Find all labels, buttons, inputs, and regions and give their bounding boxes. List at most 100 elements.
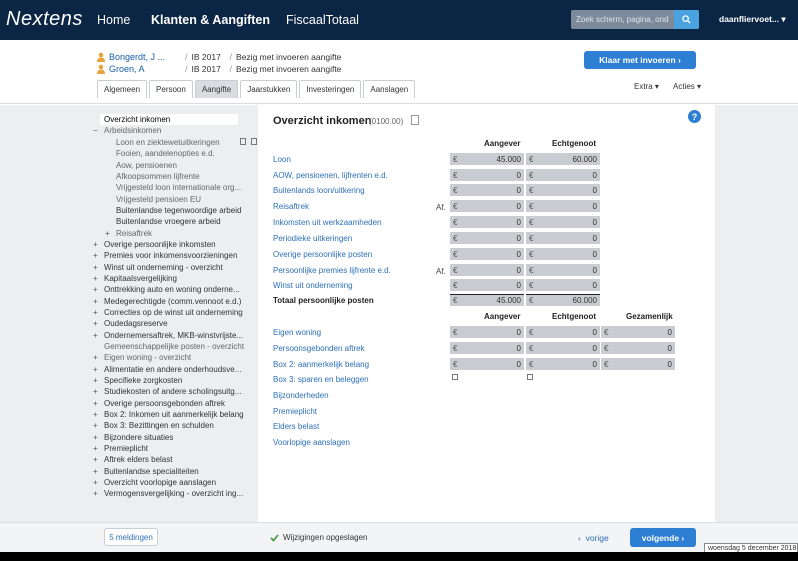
nav-klanten-aangiften[interactable]: Klanten & Aangiften: [151, 13, 270, 27]
amount-field[interactable]: €0: [601, 358, 675, 370]
tree-item-reisaftrek[interactable]: Reisaftrek: [116, 229, 152, 238]
amount-field[interactable]: €0: [450, 184, 524, 196]
expand-icon[interactable]: +: [93, 297, 98, 306]
row-label-link[interactable]: Winst uit onderneming: [273, 281, 353, 290]
row-label-link[interactable]: Reisaftrek: [273, 202, 309, 211]
amount-field[interactable]: €0: [526, 169, 600, 181]
expand-icon[interactable]: +: [93, 478, 98, 487]
amount-field[interactable]: €0: [450, 169, 524, 181]
nav-fiscaaltotaal[interactable]: FiscaalTotaal: [286, 13, 359, 27]
help-icon[interactable]: ?: [688, 110, 701, 123]
acties-menu[interactable]: Acties ▾: [673, 82, 701, 91]
premieplicht-link[interactable]: Premieplicht: [273, 407, 317, 416]
copy-icon[interactable]: [251, 138, 257, 145]
tree-item[interactable]: Vermogensvergelijking - overzicht ing...: [104, 489, 243, 498]
amount-field[interactable]: €45.000: [450, 294, 524, 306]
amount-field[interactable]: €0: [450, 248, 524, 260]
box3-link[interactable]: Box 3: sparen en beleggen: [273, 375, 369, 384]
expand-icon[interactable]: +: [105, 229, 110, 238]
tree-subitem[interactable]: Buitenlandse tegenwoordige arbeid: [116, 206, 241, 215]
tree-subitem[interactable]: Aow, pensioenen: [116, 161, 177, 170]
tree-item[interactable]: Medegerechtigde (comm.vennoot e.d.): [104, 297, 241, 306]
bijzonderheden-link[interactable]: Bijzonderheden: [273, 391, 329, 400]
tree-item[interactable]: Alimentatie en andere onderhoudsve...: [104, 365, 241, 374]
expand-icon[interactable]: +: [93, 421, 98, 430]
expand-icon[interactable]: +: [93, 489, 98, 498]
row-label-link[interactable]: Box 2: aanmerkelijk belang: [273, 360, 369, 369]
expand-icon[interactable]: +: [93, 331, 98, 340]
tree-item[interactable]: Ondernemersaftrek, MKB-winstvrijste...: [104, 331, 243, 340]
klaar-met-invoeren-button[interactable]: Klaar met invoeren ›: [584, 51, 696, 69]
amount-field[interactable]: €0: [526, 248, 600, 260]
amount-field[interactable]: €60.000: [526, 294, 600, 306]
row-label-link[interactable]: Buitenlands loon/uitkering: [273, 186, 365, 195]
row-label-link[interactable]: Loon: [273, 155, 291, 164]
tree-subitem[interactable]: Fooien, aandelenopties e.d.: [116, 149, 215, 158]
expand-icon[interactable]: +: [93, 387, 98, 396]
expand-icon[interactable]: +: [93, 263, 98, 272]
client-name-link[interactable]: Groen, A: [109, 64, 185, 74]
expand-icon[interactable]: +: [93, 444, 98, 453]
amount-field[interactable]: €0: [526, 358, 600, 370]
tab-aanslagen[interactable]: Aanslagen: [363, 80, 416, 98]
expand-icon[interactable]: +: [93, 285, 98, 294]
tree-item[interactable]: Specifieke zorgkosten: [104, 376, 182, 385]
expand-icon[interactable]: +: [93, 251, 98, 260]
expand-icon[interactable]: +: [93, 353, 98, 362]
amount-field[interactable]: €0: [526, 232, 600, 244]
amount-field[interactable]: €0: [450, 216, 524, 228]
expand-icon[interactable]: +: [93, 455, 98, 464]
amount-field[interactable]: €0: [450, 232, 524, 244]
tree-item[interactable]: Aftrek elders belast: [104, 455, 172, 464]
amount-field[interactable]: €0: [450, 200, 524, 212]
tree-item[interactable]: Oudedagsreserve: [104, 319, 168, 328]
tree-item[interactable]: Onttrekking auto en woning onderne...: [104, 285, 240, 294]
elders-belast-link[interactable]: Elders belast: [273, 422, 319, 431]
amount-field[interactable]: €60.000: [526, 153, 600, 165]
tab-algemeen[interactable]: Algemeen: [97, 80, 148, 98]
collapse-icon[interactable]: −: [93, 126, 98, 135]
tab-persoon[interactable]: Persoon: [149, 80, 193, 98]
extra-menu[interactable]: Extra ▾: [634, 82, 659, 91]
tree-item[interactable]: Winst uit onderneming - overzicht: [104, 263, 223, 272]
amount-field[interactable]: €0: [526, 200, 600, 212]
tree-item-arbeidsinkomen[interactable]: Arbeidsinkomen: [104, 126, 161, 135]
amount-field[interactable]: €0: [450, 342, 524, 354]
amount-field[interactable]: €0: [526, 279, 600, 291]
tree-item[interactable]: Kapitaalsvergelijking: [104, 274, 177, 283]
expand-icon[interactable]: +: [93, 399, 98, 408]
tree-item[interactable]: Bijzondere situaties: [104, 433, 173, 442]
nav-home[interactable]: Home: [97, 13, 130, 27]
tab-jaarstukken[interactable]: Jaarstukken: [240, 80, 298, 98]
amount-field[interactable]: €0: [526, 342, 600, 354]
amount-field[interactable]: €0: [601, 342, 675, 354]
tree-subitem[interactable]: Loon en ziektewetuitkeringen: [116, 138, 220, 147]
search-button[interactable]: [674, 10, 699, 29]
search-input[interactable]: [571, 10, 674, 29]
note-icon[interactable]: [411, 115, 419, 125]
tree-subitem[interactable]: Vrijgesteld pensioen EU: [116, 195, 201, 204]
expand-icon[interactable]: +: [93, 240, 98, 249]
copy-icon[interactable]: [240, 138, 246, 145]
tree-item[interactable]: Eigen woning - overzicht: [104, 353, 191, 362]
tree-item[interactable]: Overzicht voorlopige aanslagen: [104, 478, 216, 487]
amount-field[interactable]: €0: [450, 279, 524, 291]
tree-item[interactable]: Overige persoonlijke inkomsten: [104, 240, 216, 249]
expand-icon[interactable]: +: [93, 319, 98, 328]
amount-field[interactable]: €0: [526, 184, 600, 196]
tree-item[interactable]: Correcties op de winst uit onderneming: [104, 308, 243, 317]
expand-icon[interactable]: +: [93, 433, 98, 442]
expand-icon[interactable]: +: [93, 274, 98, 283]
tree-item[interactable]: Overige persoonsgebonden aftrek: [104, 399, 225, 408]
tree-item[interactable]: Box 3: Bezittingen en schulden: [104, 421, 214, 430]
tab-investeringen[interactable]: Investeringen: [299, 80, 362, 98]
tree-item[interactable]: Box 2: Inkomen uit aanmerkelijk belang: [104, 410, 244, 419]
tree-subitem[interactable]: Buitenlandse vroegere arbeid: [116, 217, 221, 226]
tree-item[interactable]: Premies voor inkomensvoorzieningen: [104, 251, 237, 260]
vorige-button[interactable]: ‹ vorige: [578, 533, 609, 543]
expand-icon[interactable]: +: [93, 376, 98, 385]
expand-icon[interactable]: +: [93, 365, 98, 374]
tree-item[interactable]: Gemeenschappelijke posten - overzicht: [104, 342, 244, 351]
box3-echtgenoot-checkbox[interactable]: [527, 374, 533, 380]
amount-field[interactable]: €0: [450, 264, 524, 276]
